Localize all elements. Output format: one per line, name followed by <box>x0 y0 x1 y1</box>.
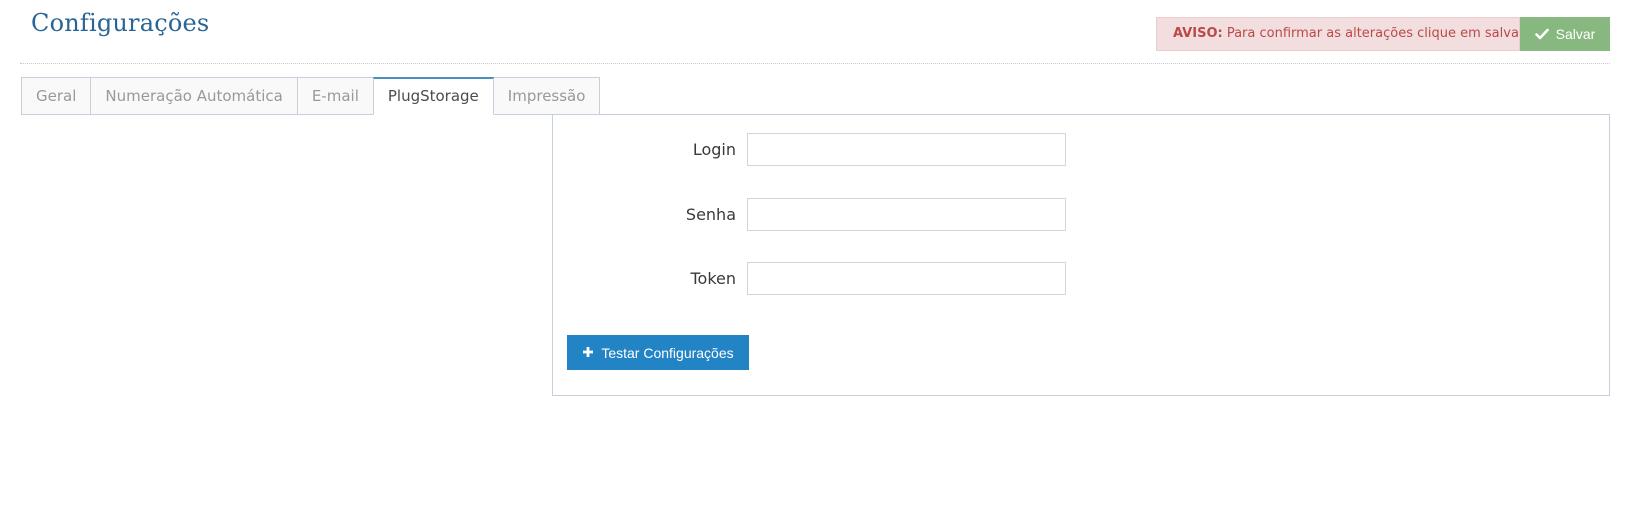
notice-label: AVISO: <box>1173 26 1223 41</box>
plugstorage-panel: Login Senha Token Testar Configurações <box>552 114 1610 396</box>
test-configurations-button[interactable]: Testar Configurações <box>567 335 749 370</box>
warning-notice: AVISO: Para confirmar as alterações cliq… <box>1156 17 1529 51</box>
tab-impressao[interactable]: Impressão <box>492 77 601 115</box>
login-label: Login <box>692 140 736 159</box>
plus-icon <box>582 345 594 361</box>
login-input[interactable] <box>747 133 1066 166</box>
tab-bar: Geral Numeração Automática E-mail PlugSt… <box>21 77 601 115</box>
notice-text: Para confirmar as alterações clique em s… <box>1222 26 1530 41</box>
tab-geral[interactable]: Geral <box>21 77 92 115</box>
senha-row: Senha <box>553 198 1066 231</box>
token-row: Token <box>553 262 1066 295</box>
save-button-label: Salvar <box>1555 26 1596 42</box>
page-title: Configurações <box>31 9 210 37</box>
token-label: Token <box>690 269 736 288</box>
save-button[interactable]: Salvar <box>1520 17 1610 51</box>
login-row: Login <box>553 133 1066 166</box>
senha-label: Senha <box>685 205 736 224</box>
senha-input[interactable] <box>747 198 1066 231</box>
tab-plugstorage[interactable]: PlugStorage <box>372 77 494 115</box>
header-divider <box>20 63 1610 64</box>
tab-email[interactable]: E-mail <box>296 77 374 115</box>
test-button-label: Testar Configurações <box>601 344 734 361</box>
check-icon <box>1534 28 1549 40</box>
token-input[interactable] <box>747 262 1066 295</box>
tab-numeracao-automatica[interactable]: Numeração Automática <box>90 77 298 115</box>
